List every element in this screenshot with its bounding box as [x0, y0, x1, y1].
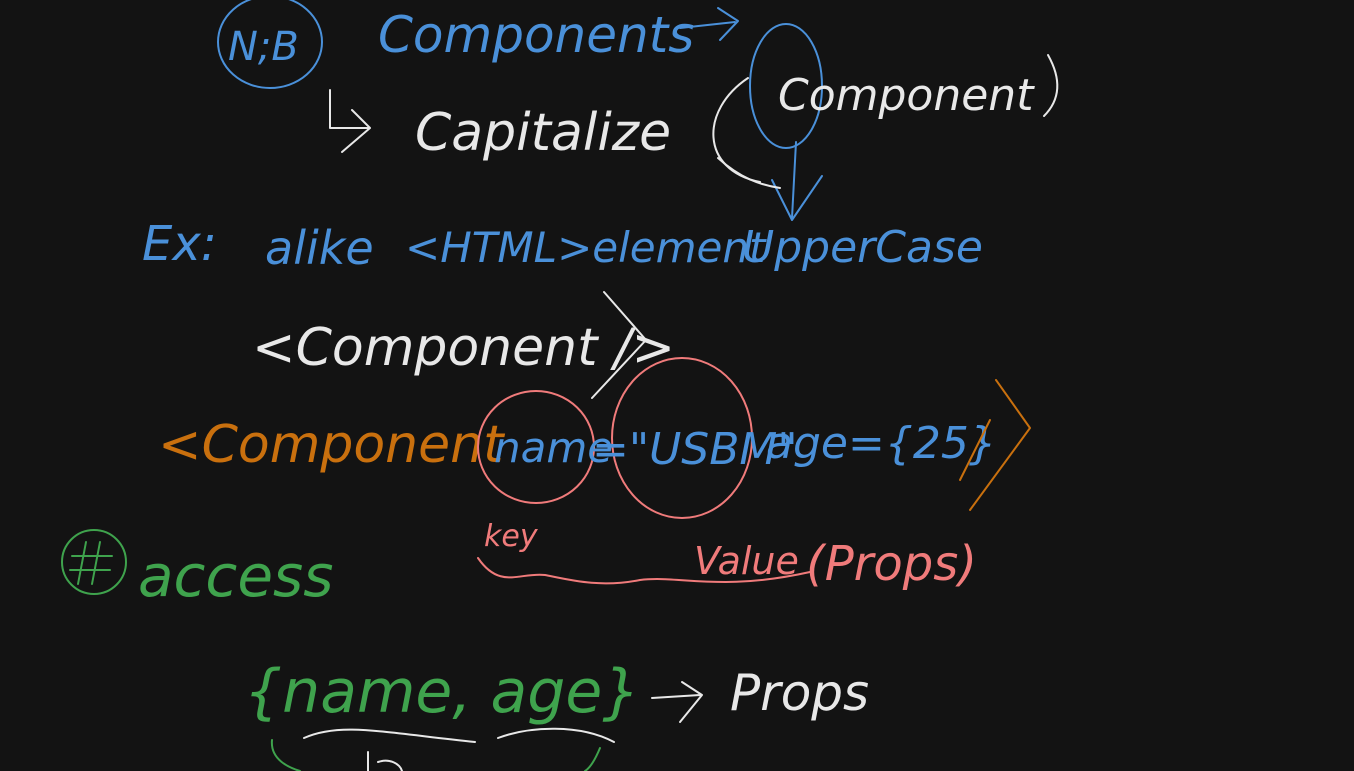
example-label: Ex: [142, 216, 217, 272]
arrow-props-text: Props [730, 664, 869, 722]
alike-text: alike [265, 221, 374, 275]
hash-icon [69, 541, 113, 585]
bottom-partial-stroke [367, 751, 403, 771]
handwritten-notes: N;B Components Capitalize Component Ex: … [61, 0, 1059, 771]
curve-arrow-icon [717, 157, 781, 189]
orange-component-tag: <Component [158, 415, 505, 475]
hash-circle [61, 529, 127, 595]
uppercase-text: UpperCase [742, 222, 983, 273]
nb-label: N;B [228, 24, 299, 70]
destructure-underline [303, 727, 615, 743]
capitalize-text: Capitalize [415, 103, 671, 163]
arrow-right-icon-2 [651, 681, 703, 723]
age-attr-text: age={25} [766, 418, 997, 469]
destructure-text: {name, age} [244, 657, 640, 727]
open-paren-shape [712, 77, 761, 183]
white-component-tag: <Component /> [252, 318, 675, 378]
html-element-text: <HTML>element [405, 223, 767, 272]
component-paren-text: Component [778, 70, 1035, 121]
access-label: access [138, 542, 333, 610]
key-label: key [484, 519, 539, 554]
props-paren-text: (Props) [806, 536, 977, 592]
down-arrow-icon [771, 141, 823, 221]
components-text: Components [378, 6, 694, 64]
whiteboard-canvas: N;B Components Capitalize Component Ex: … [0, 0, 1354, 771]
hook-arrow-icon [329, 89, 371, 153]
close-paren-shape [1043, 54, 1059, 117]
value-label: Value [694, 539, 799, 583]
lower-bracket-stroke [270, 739, 601, 771]
